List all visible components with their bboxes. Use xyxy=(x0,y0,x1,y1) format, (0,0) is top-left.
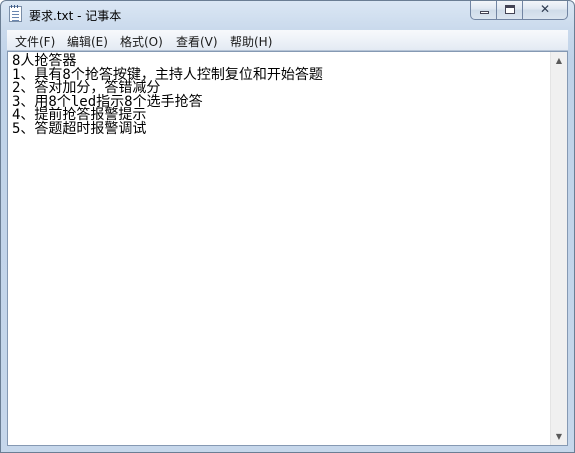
notepad-window: 要求.txt - 记事本 ✕ 文件(F) 编辑(E) 格式(O) 查看(V) 帮… xyxy=(0,0,575,453)
minimize-icon xyxy=(480,11,489,14)
menu-edit[interactable]: 编辑(E) xyxy=(67,33,108,50)
text-line: 5、答题超时报警调试 xyxy=(12,120,147,137)
caption-buttons: ✕ xyxy=(470,1,568,20)
scroll-up-icon[interactable]: ▲ xyxy=(551,52,567,69)
notepad-icon[interactable] xyxy=(9,5,22,22)
minimize-button[interactable] xyxy=(470,1,497,20)
editor-area: 8人抢答器 1、具有8个抢答按键，主持人控制复位和开始答题 2、答对加分，答错减… xyxy=(7,51,568,446)
maximize-button[interactable] xyxy=(497,1,523,20)
close-icon: ✕ xyxy=(539,2,551,16)
vertical-scrollbar[interactable]: ▲ ▼ xyxy=(550,52,567,445)
menu-format[interactable]: 格式(O) xyxy=(120,33,163,50)
title-bar[interactable]: 要求.txt - 记事本 ✕ xyxy=(1,1,574,29)
menu-view[interactable]: 查看(V) xyxy=(176,33,218,50)
window-title: 要求.txt - 记事本 xyxy=(29,9,122,23)
menu-help[interactable]: 帮助(H) xyxy=(230,33,272,50)
text-editor[interactable]: 8人抢答器 1、具有8个抢答按键，主持人控制复位和开始答题 2、答对加分，答错减… xyxy=(8,52,551,445)
menu-file[interactable]: 文件(F) xyxy=(15,33,55,50)
maximize-icon xyxy=(505,5,515,14)
scroll-down-icon[interactable]: ▼ xyxy=(551,428,567,445)
close-button[interactable]: ✕ xyxy=(523,1,568,20)
menu-bar: 文件(F) 编辑(E) 格式(O) 查看(V) 帮助(H) xyxy=(7,30,568,51)
